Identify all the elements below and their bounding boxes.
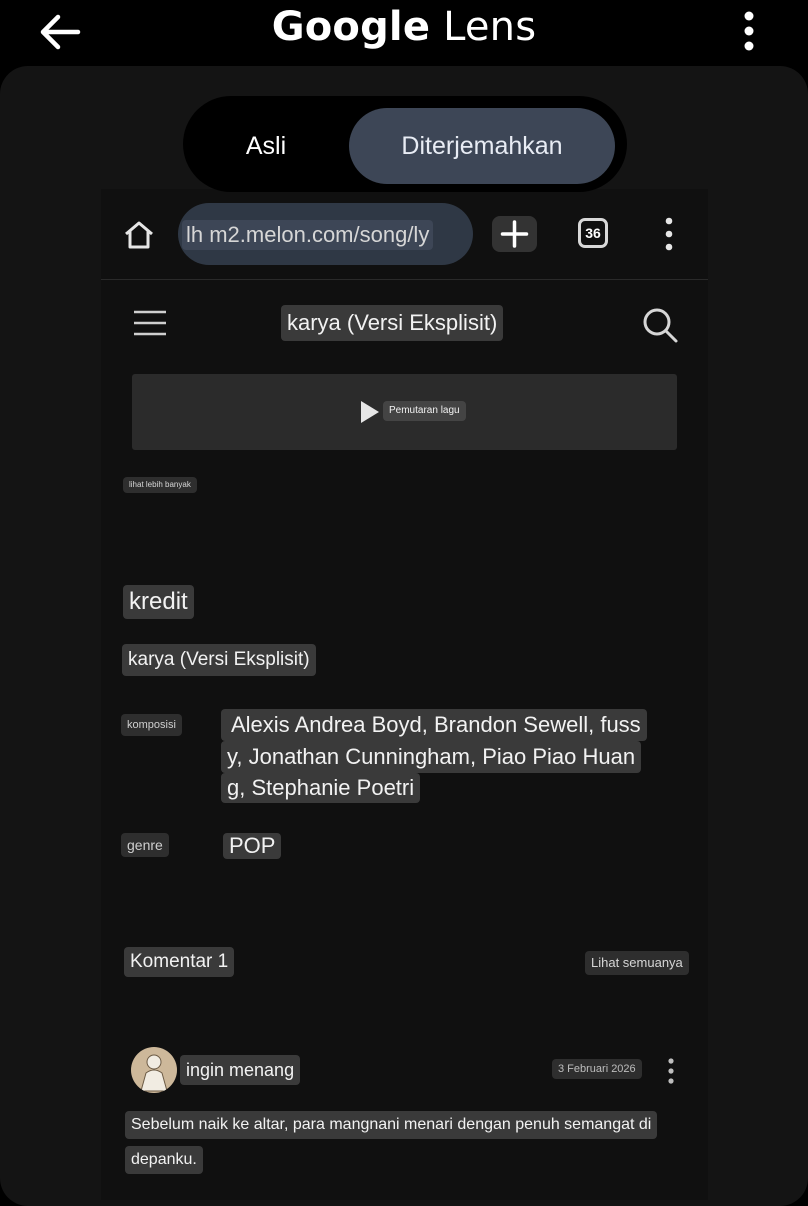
address-bar[interactable]: lh m2.melon.com/song/ly <box>178 203 473 265</box>
app-bar: Google Lens <box>0 0 808 70</box>
composers-line-1: Alexis Andrea Boyd, Brandon Sewell, fuss <box>221 709 647 741</box>
comment-username[interactable]: ingin menang <box>180 1055 301 1085</box>
plus-icon <box>500 220 529 248</box>
song-player[interactable]: Pemutaran lagu <box>132 374 677 450</box>
hamburger-menu-icon[interactable] <box>133 309 167 337</box>
comment-date: 3 Februari 2026 <box>552 1059 642 1079</box>
tab-switcher-button[interactable]: 36 <box>578 218 608 248</box>
composers-line-3: g, Stephanie Poetri <box>221 773 421 803</box>
composers-line-2: y, Jonathan Cunningham, Piao Piao Huan <box>221 741 642 773</box>
user-avatar-icon <box>140 1054 168 1092</box>
see-all-link[interactable]: Lihat semuanya <box>585 951 689 975</box>
see-more-link[interactable]: lihat lebih banyak <box>123 477 197 493</box>
app-title-lens: Lens <box>443 4 537 50</box>
genre-label: genre <box>121 833 169 857</box>
translation-toggle: Asli Diterjemahkan <box>183 96 627 192</box>
app-title-google: Google <box>271 4 431 50</box>
browser-menu-icon[interactable] <box>661 217 677 251</box>
app-title: Google Lens <box>0 4 808 50</box>
composition-label: komposisi <box>121 714 182 736</box>
comment-text-line-1: Sebelum naik ke altar, para mangnani men… <box>125 1111 658 1139</box>
player-label: Pemutaran lagu <box>383 401 466 421</box>
new-tab-button[interactable] <box>492 216 537 252</box>
credits-heading: kredit <box>123 585 194 619</box>
play-icon <box>361 401 379 423</box>
comments-heading: Komentar 1 <box>124 947 235 977</box>
browser-toolbar: lh m2.melon.com/song/ly 36 <box>101 189 708 280</box>
search-icon[interactable] <box>641 306 679 344</box>
avatar[interactable] <box>131 1047 177 1093</box>
genre-value: POP <box>223 833 282 859</box>
translated-screenshot: lh m2.melon.com/song/ly 36 karya (Versi … <box>101 189 708 1200</box>
comment-more-icon[interactable] <box>667 1057 675 1085</box>
tab-original[interactable]: Asli <box>191 108 341 184</box>
address-bar-url: lh m2.melon.com/song/ly <box>182 220 434 250</box>
song-title: karya (Versi Eksplisit) <box>122 644 316 676</box>
comment-text-line-2: depanku. <box>125 1146 203 1174</box>
home-icon[interactable] <box>123 219 155 251</box>
tab-translated[interactable]: Diterjemahkan <box>349 108 615 184</box>
page-header-title: karya (Versi Eksplisit) <box>281 305 504 341</box>
more-options-icon[interactable] <box>732 10 766 54</box>
